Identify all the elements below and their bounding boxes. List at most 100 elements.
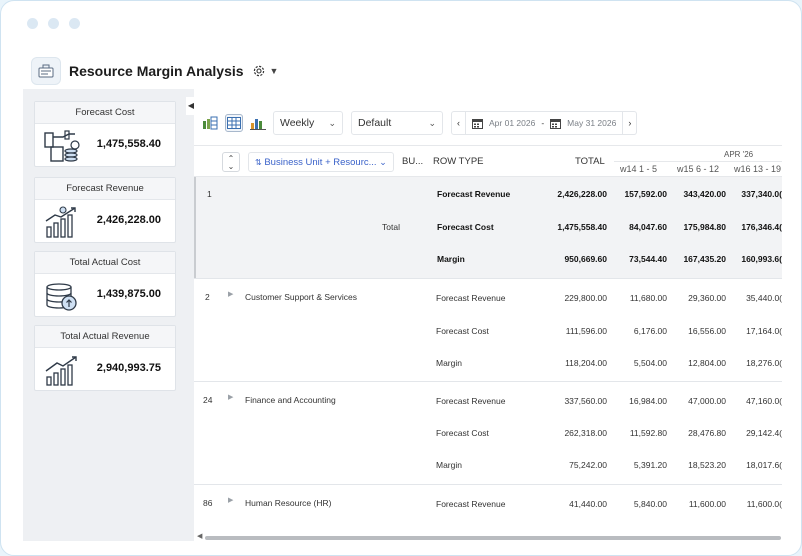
kpi-value: 1,439,875.00 [96, 288, 161, 300]
week-value: 84,047.60 [629, 222, 667, 232]
week-value: 160,993.6( [741, 254, 782, 264]
table-row-group: 2 ▶ Customer Support & Services Forecast… [194, 279, 782, 381]
table-row-group: 1 Total Forecast Revenue 2,426,228.00 15… [194, 177, 782, 278]
app-window: Resource Margin Analysis ▼ Forecast Cost [0, 0, 802, 556]
grid-view-icon[interactable] [225, 114, 243, 132]
row-type: Margin [437, 254, 465, 264]
week-value: 176,346.4( [741, 222, 782, 232]
calendar-icon [472, 118, 483, 129]
week-value: 5,840.00 [633, 499, 667, 509]
row-total: 950,669.60 [564, 254, 607, 264]
week-value: 17,164.0( [746, 326, 782, 336]
scroll-left-icon[interactable]: ◀ [197, 532, 202, 540]
chart-view-icon[interactable] [249, 114, 267, 132]
row-label: Total [382, 222, 400, 232]
row-type: Forecast Revenue [436, 396, 506, 406]
table-row-group: 24 ▶ Finance and Accounting Forecast Rev… [194, 382, 782, 484]
week-value: 47,000.00 [688, 396, 726, 406]
month-header: APR '26 [724, 150, 754, 159]
row-type: Forecast Revenue [437, 189, 511, 199]
grid-chart-view-icon[interactable] [201, 114, 219, 132]
week-value: 28,476.80 [688, 428, 726, 438]
row-id: 2 [205, 292, 210, 302]
kpi-card-forecast-cost: Forecast Cost 1,475,558.40 [34, 101, 176, 167]
row-total: 118,204.00 [565, 358, 607, 368]
row-name: Customer Support & Services [245, 292, 357, 302]
kpi-card-total-actual-revenue: Total Actual Revenue 2,940,993.75 [34, 325, 176, 391]
week-value: 16,984.00 [629, 396, 667, 406]
week-value: 157,592.00 [624, 189, 667, 199]
expand-row-icon[interactable]: ▶ [228, 496, 233, 504]
column-header-total[interactable]: TOTAL [575, 156, 605, 167]
column-header-row-type[interactable]: ROW TYPE [433, 156, 484, 167]
window-dot-close[interactable] [27, 18, 38, 29]
group-by-chip[interactable]: ⇅ Business Unit + Resourc... ⌄ [248, 152, 394, 172]
row-total: 75,242.00 [569, 460, 607, 470]
view-select-value: Default [358, 117, 392, 129]
kpi-title: Forecast Revenue [35, 178, 175, 200]
week-value: 29,142.4( [746, 428, 782, 438]
view-select[interactable]: Default ⌄ [351, 111, 443, 135]
column-header-week[interactable]: w16 13 - 19 [734, 164, 781, 174]
row-id: 86 [203, 498, 213, 508]
kpi-sidebar: Forecast Cost 1,475,558.40 Forecast Reve… [23, 89, 186, 541]
kpi-card-forecast-revenue: Forecast Revenue 2,426,228.00 [34, 177, 176, 243]
horizontal-scrollbar[interactable]: ◀ [197, 532, 781, 541]
week-value: 18,017.6( [746, 460, 782, 470]
collapse-panel-icon[interactable]: ◀ [186, 97, 196, 115]
report-icon [31, 57, 61, 85]
week-value: 6,176.00 [633, 326, 667, 336]
date-from[interactable]: Apr 01 2026 [466, 118, 541, 129]
table-row-group: 86 ▶ Human Resource (HR) Forecast Revenu… [194, 485, 782, 535]
expand-row-icon[interactable]: ▶ [228, 393, 233, 401]
column-header-bu[interactable]: BU... [402, 156, 423, 167]
data-grid: ⌃ ⌄ ⇅ Business Unit + Resourc... ⌄ BU... … [194, 145, 782, 541]
row-type: Margin [436, 460, 462, 470]
kpi-value: 1,475,558.40 [96, 138, 161, 150]
kpi-value: 2,940,993.75 [96, 362, 161, 374]
date-from-text: Apr 01 2026 [489, 118, 536, 128]
period-select[interactable]: Weekly ⌄ [273, 111, 343, 135]
date-to[interactable]: May 31 2026 [544, 118, 622, 129]
window-dot-maximize[interactable] [69, 18, 80, 29]
week-value: 29,360.00 [688, 293, 726, 303]
window-dot-minimize[interactable] [48, 18, 59, 29]
week-value: 5,391.20 [633, 460, 667, 470]
money-hand-icon [44, 130, 80, 162]
week-value: 175,984.80 [683, 222, 726, 232]
chevron-down-icon: ⌄ [328, 117, 336, 128]
expand-row-icon[interactable]: ▶ [228, 290, 233, 298]
row-total: 1,475,558.40 [557, 222, 607, 232]
group-by-icon: ⇅ [255, 158, 262, 167]
kpi-title: Total Actual Revenue [35, 326, 175, 348]
header-divider [614, 161, 782, 162]
week-value: 337,340.0( [741, 189, 782, 199]
next-range-button[interactable]: › [622, 112, 636, 134]
row-total: 41,440.00 [569, 499, 607, 509]
date-to-text: May 31 2026 [567, 118, 617, 128]
previous-range-button[interactable]: ‹ [452, 112, 466, 134]
scrollbar-thumb[interactable] [205, 536, 781, 540]
week-value: 11,680.00 [629, 293, 667, 303]
row-type: Forecast Cost [436, 428, 489, 438]
week-value: 5,504.00 [633, 358, 667, 368]
week-value: 167,435.20 [683, 254, 726, 264]
week-value: 73,544.40 [629, 254, 667, 264]
period-select-value: Weekly [280, 117, 315, 129]
row-total: 337,560.00 [564, 396, 607, 406]
kpi-value: 2,426,228.00 [96, 214, 161, 226]
gear-icon[interactable] [252, 64, 266, 78]
column-header-week[interactable]: w14 1 - 5 [620, 164, 657, 174]
page-title: Resource Margin Analysis [69, 63, 244, 79]
group-by-label: Business Unit + Resourc... [264, 157, 377, 168]
total-group-marker [194, 177, 196, 278]
chevron-down-icon: ⌄ [428, 117, 436, 128]
row-type: Forecast Cost [437, 222, 494, 232]
chevron-down-icon: ⌄ [379, 157, 387, 167]
row-total: 262,318.00 [564, 428, 607, 438]
settings-dropdown-icon[interactable]: ▼ [270, 66, 279, 76]
expand-collapse-groups-button[interactable]: ⌃ ⌄ [222, 152, 240, 172]
week-value: 12,804.00 [688, 358, 726, 368]
week-value: 35,440.0( [746, 293, 782, 303]
column-header-week[interactable]: w15 6 - 12 [677, 164, 719, 174]
